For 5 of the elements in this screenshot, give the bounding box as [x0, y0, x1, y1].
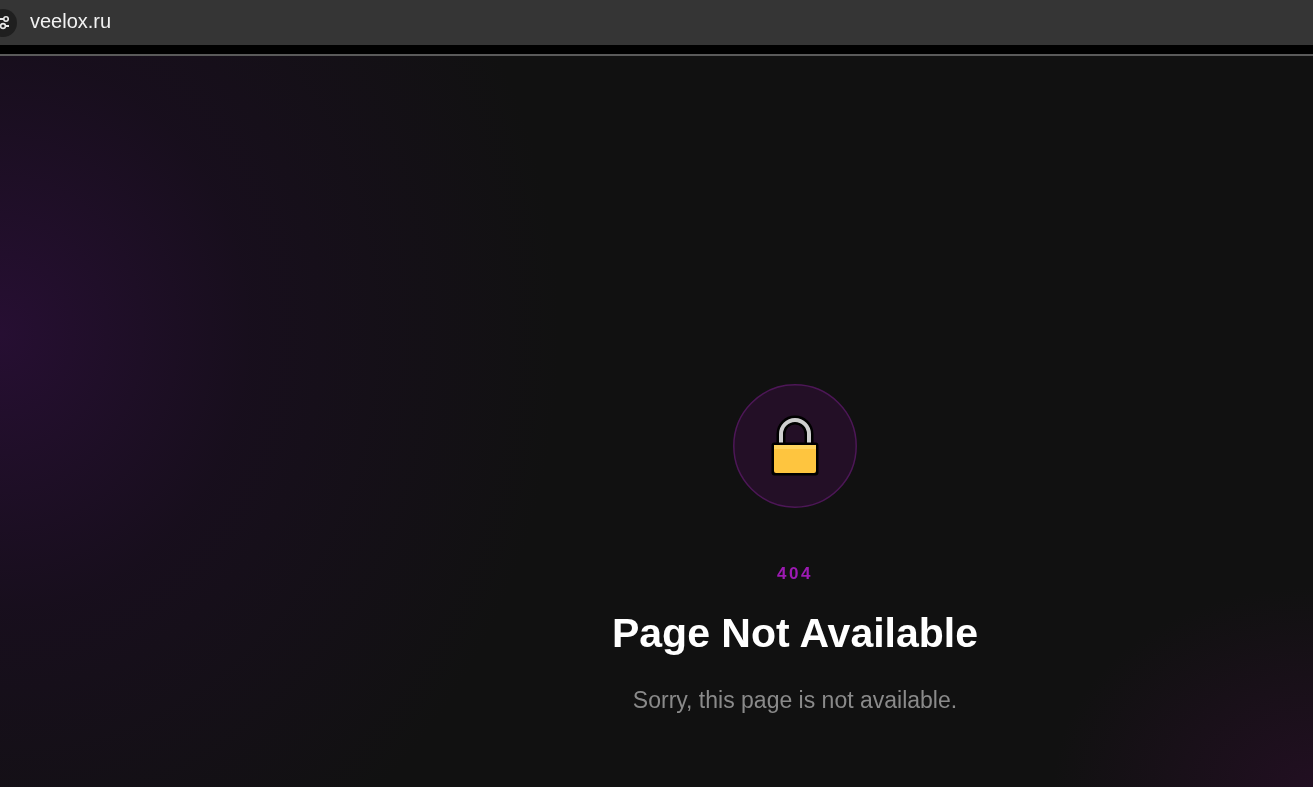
url-text[interactable]: veelox.ru: [30, 10, 112, 35]
error-message: Sorry, this page is not available.: [632, 687, 958, 714]
error-title: Page Not Available: [611, 610, 979, 657]
error-code: 404: [777, 564, 813, 584]
padlock-icon: [733, 384, 857, 508]
